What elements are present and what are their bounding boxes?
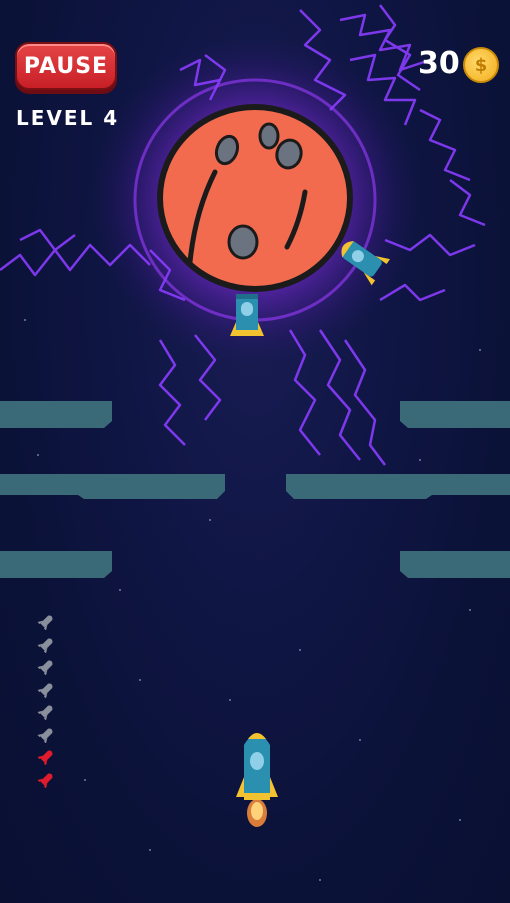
barrier-mid-left xyxy=(0,474,225,499)
pause-label: PAUSE xyxy=(23,53,109,79)
rocket-ammo-icon xyxy=(37,683,53,698)
rocket-ammo-icon xyxy=(37,728,53,743)
level-label: LEVEL 4 xyxy=(16,106,120,130)
game-stage[interactable]: PAUSE LEVEL 4 30 $ xyxy=(0,0,510,903)
enemy-rocket-icon xyxy=(341,241,391,286)
player-rocket-icon[interactable] xyxy=(234,725,280,830)
rocket-ammo-icon xyxy=(37,705,53,720)
barrier-left-1 xyxy=(0,401,112,428)
barrier-left-2 xyxy=(0,551,112,578)
enemy-rocket-icon xyxy=(230,294,264,336)
rocket-ammo-icon xyxy=(37,660,53,675)
rocket-ammo-icon xyxy=(37,615,53,630)
rocket-ammo-icon xyxy=(37,750,53,765)
barrier-layer xyxy=(0,401,510,578)
coin-symbol: $ xyxy=(474,54,488,76)
coin-icon: $ xyxy=(463,47,499,83)
barrier-mid-right xyxy=(286,474,510,499)
barrier-right-1 xyxy=(400,401,510,428)
coin-count: 30 xyxy=(418,46,460,81)
planet-boss-icon xyxy=(157,104,353,292)
rocket-ammo-icon xyxy=(37,638,53,653)
barrier-right-2 xyxy=(400,551,510,578)
pause-button[interactable]: PAUSE xyxy=(15,42,117,90)
rocket-ammo-icon xyxy=(37,773,53,788)
